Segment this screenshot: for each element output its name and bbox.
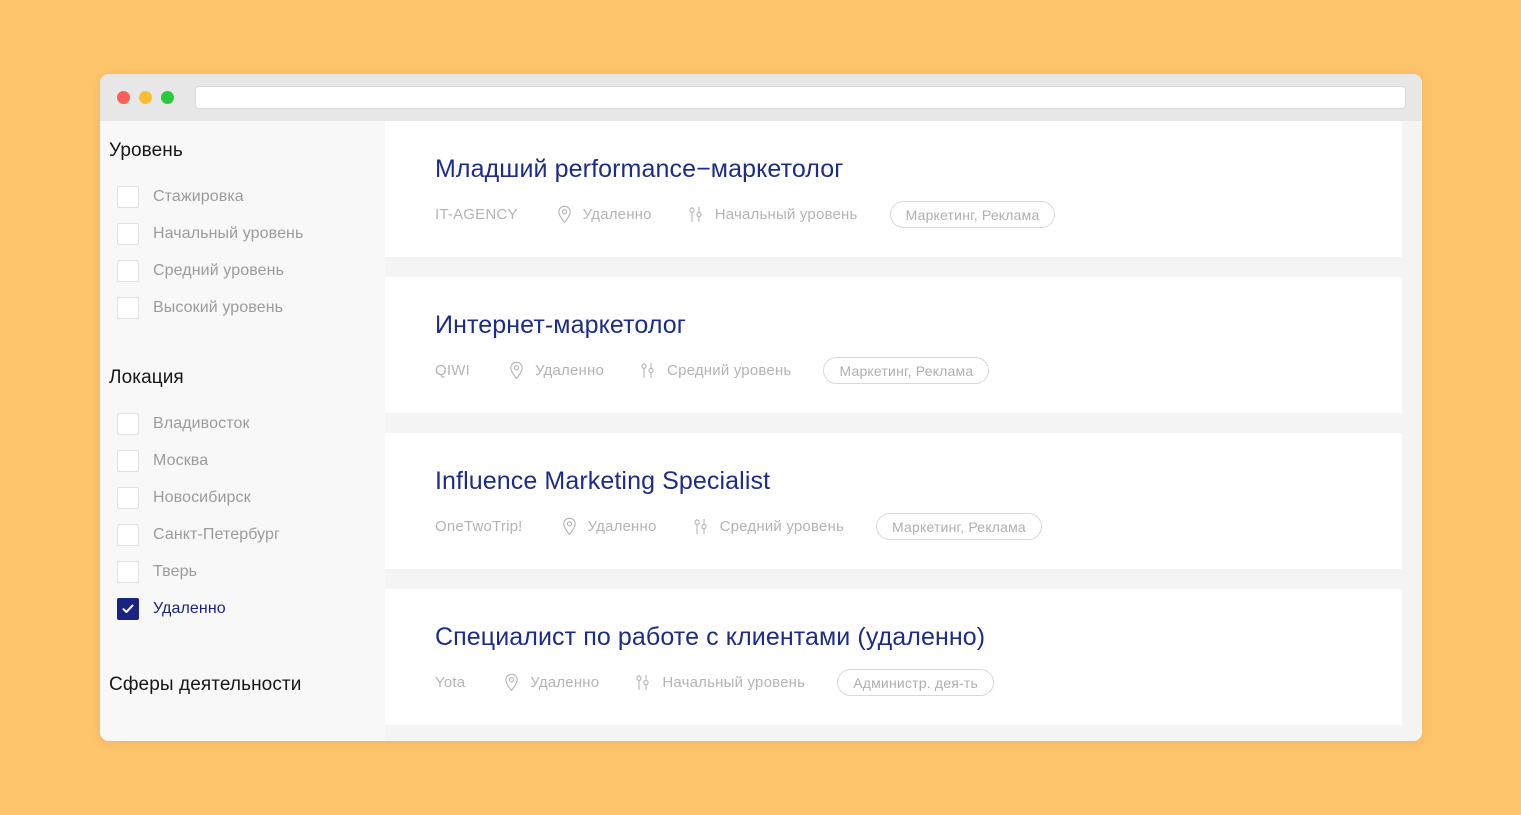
job-meta: Yota Удаленно Начальный уровень Админист… [435, 669, 1402, 697]
check-icon [122, 604, 134, 613]
checkbox-box[interactable] [117, 486, 139, 509]
filter-label: Удаленно [153, 599, 226, 617]
filter-heading-level: Уровень [109, 140, 183, 161]
filter-checkbox-middle-level[interactable]: Средний уровень [109, 252, 385, 289]
job-location-text: Удаленно [530, 674, 600, 692]
checkbox-box[interactable] [117, 597, 139, 620]
filter-checkbox-saint-petersburg[interactable]: Санкт-Петербург [109, 516, 385, 553]
checkbox-box[interactable] [117, 412, 139, 435]
job-title[interactable]: Младший performance−маркетолог [435, 155, 1402, 184]
checkbox-box[interactable] [117, 296, 139, 319]
address-bar-input[interactable] [195, 86, 1406, 109]
location-pin-icon [561, 517, 578, 536]
location-pin-icon [508, 361, 525, 380]
filter-label: Средний уровень [153, 261, 284, 279]
job-tag[interactable]: Администр. дея-ть [837, 669, 994, 697]
job-company: OneTwoTrip! [435, 518, 523, 536]
sliders-level-icon [638, 361, 657, 380]
job-company: IT-AGENCY [435, 206, 518, 224]
job-level-text: Начальный уровень [662, 674, 806, 692]
job-tag[interactable]: Маркетинг, Реклама [823, 357, 990, 385]
job-card[interactable]: Специалист по работе с клиентами (удален… [385, 589, 1402, 725]
filter-checkbox-internship[interactable]: Стажировка [109, 178, 385, 215]
filter-group-spheres: Сферы деятельности [109, 674, 385, 712]
filter-checkbox-senior-level[interactable]: Высокий уровень [109, 289, 385, 326]
job-card[interactable]: Интернет-маркетолог QIWI Удаленно Средни… [385, 277, 1402, 413]
checkbox-box[interactable] [117, 523, 139, 546]
job-level-text: Средний уровень [667, 362, 792, 380]
filter-label: Новосибирск [153, 488, 251, 506]
job-location: Удаленно [508, 361, 604, 380]
filters-sidebar: Уровень Стажировка Начальный уровень Сре… [100, 121, 385, 741]
job-card[interactable]: Младший performance−маркетолог IT-AGENCY… [385, 121, 1402, 257]
checkbox-box[interactable] [117, 185, 139, 208]
job-location-text: Удаленно [582, 206, 652, 224]
filter-heading-location: Локация [109, 367, 184, 388]
checkbox-box[interactable] [117, 222, 139, 245]
browser-chrome [100, 74, 1422, 121]
job-location: Удаленно [561, 517, 657, 536]
job-title[interactable]: Influence Marketing Specialist [435, 467, 1402, 496]
filter-label: Санкт-Петербург [153, 525, 280, 543]
checkbox-box[interactable] [117, 449, 139, 472]
job-title[interactable]: Интернет-маркетолог [435, 311, 1402, 340]
filter-label: Москва [153, 451, 209, 469]
filter-checkbox-remote[interactable]: Удаленно [109, 590, 385, 627]
filter-label: Высокий уровень [153, 298, 284, 316]
job-list: Младший performance−маркетолог IT-AGENCY… [385, 121, 1422, 741]
filter-label: Тверь [153, 562, 198, 580]
minimize-window-button[interactable] [139, 91, 152, 104]
job-location: Удаленно [503, 673, 599, 692]
job-level: Средний уровень [691, 517, 844, 536]
job-tag[interactable]: Маркетинг, Реклама [889, 201, 1056, 229]
filter-label: Владивосток [153, 414, 250, 432]
browser-window: Уровень Стажировка Начальный уровень Сре… [100, 74, 1422, 741]
sliders-level-icon [686, 205, 705, 224]
job-level: Средний уровень [638, 361, 791, 380]
traffic-lights [117, 91, 174, 104]
job-location: Удаленно [556, 205, 652, 224]
job-title[interactable]: Специалист по работе с клиентами (удален… [435, 623, 1402, 652]
sliders-level-icon [633, 673, 652, 692]
filter-label: Стажировка [153, 187, 244, 205]
job-company: QIWI [435, 362, 470, 380]
filter-checkbox-novosibirsk[interactable]: Новосибирск [109, 479, 385, 516]
checkbox-box[interactable] [117, 259, 139, 282]
job-level: Начальный уровень [686, 205, 858, 224]
job-meta: IT-AGENCY Удаленно Начальный уровень Мар… [435, 201, 1402, 229]
job-meta: QIWI Удаленно Средний уровень Маркетинг,… [435, 357, 1402, 385]
job-company: Yota [435, 674, 466, 692]
job-level-text: Начальный уровень [714, 206, 858, 224]
filter-checkbox-moscow[interactable]: Москва [109, 442, 385, 479]
location-pin-icon [556, 205, 573, 224]
job-card[interactable]: Influence Marketing Specialist OneTwoTri… [385, 433, 1402, 569]
close-window-button[interactable] [117, 91, 130, 104]
job-tag[interactable]: Маркетинг, Реклама [875, 513, 1042, 541]
filter-group-level: Уровень Стажировка Начальный уровень Сре… [109, 140, 385, 326]
filter-heading-spheres: Сферы деятельности [109, 674, 302, 695]
job-level: Начальный уровень [633, 673, 805, 692]
filter-checkbox-vladivostok[interactable]: Владивосток [109, 405, 385, 442]
filter-checkbox-tver[interactable]: Тверь [109, 553, 385, 590]
location-pin-icon [503, 673, 520, 692]
job-meta: OneTwoTrip! Удаленно Средний уровень Мар… [435, 513, 1402, 541]
job-location-text: Удаленно [587, 518, 657, 536]
browser-body: Уровень Стажировка Начальный уровень Сре… [100, 121, 1422, 741]
checkbox-box[interactable] [117, 560, 139, 583]
job-level-text: Средний уровень [719, 518, 844, 536]
filter-checkbox-entry-level[interactable]: Начальный уровень [109, 215, 385, 252]
sliders-level-icon [691, 517, 710, 536]
maximize-window-button[interactable] [161, 91, 174, 104]
job-location-text: Удаленно [534, 362, 605, 380]
filter-group-location: Локация Владивосток Москва Новосибирск С… [109, 367, 385, 627]
filter-label: Начальный уровень [153, 224, 304, 242]
